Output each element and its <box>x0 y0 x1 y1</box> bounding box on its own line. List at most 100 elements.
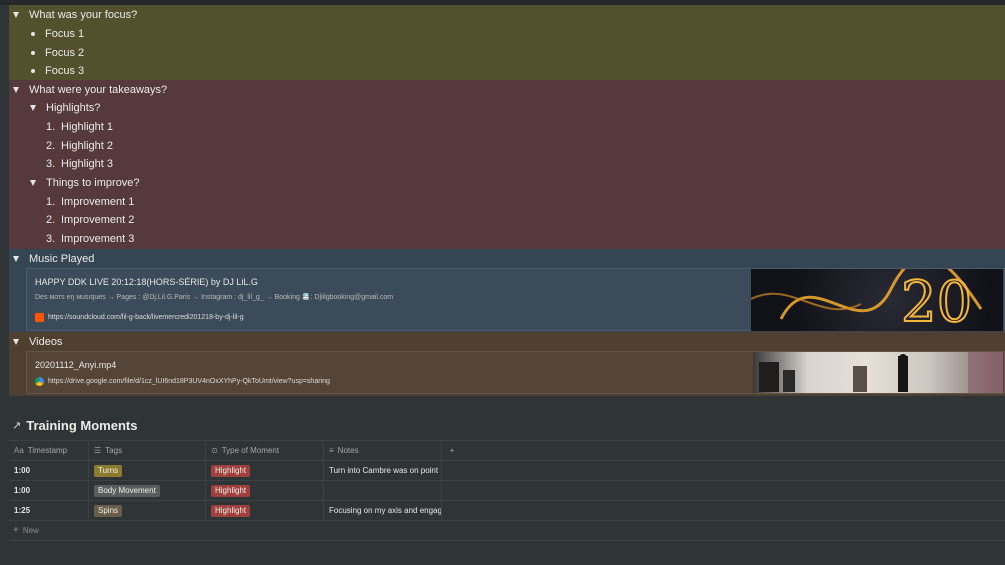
takeaways-toggle-block: What were your takeaways? Highlights? 1.… <box>9 80 1005 249</box>
plus-icon: + <box>13 525 19 536</box>
list-item: Focus 2 <box>31 47 84 59</box>
list-item-text: Focus 3 <box>45 65 85 77</box>
bookmark-link[interactable]: https://drive.google.com/file/d/1cz_lUI6… <box>35 377 330 386</box>
cell-type[interactable]: Highlight <box>206 481 324 500</box>
list-item-text: Improvement 2 <box>61 214 135 226</box>
neon-thumbnail-image: 20 <box>751 269 983 331</box>
cell-notes[interactable]: Turn into Cambre was on point <box>324 461 442 480</box>
list-number: 2. <box>46 214 56 226</box>
cell-type[interactable]: Highlight <box>206 501 324 520</box>
table-row[interactable]: 1:00 Body Movement Highlight <box>9 481 1005 501</box>
bookmark-url[interactable]: https://soundcloud.com/lil-g-back/liveme… <box>48 314 244 321</box>
bookmark-description: Des мотs eη мusıques → Pages : @Dj.Lil.G… <box>35 294 394 301</box>
new-row-label: New <box>22 526 39 535</box>
cell-timestamp[interactable]: 1:00 <box>9 461 89 480</box>
tag-badge: Spins <box>94 504 123 517</box>
table-row[interactable]: 1:00 Turns Highlight Turn into Cambre wa… <box>9 461 1005 481</box>
toggle-triangle-icon[interactable] <box>13 339 19 345</box>
list-item: 2. Highlight 2 <box>46 140 113 152</box>
col-header-type[interactable]: ⊙ Type of Moment <box>206 441 324 460</box>
new-row-button[interactable]: + New <box>9 521 1005 541</box>
toggle-triangle-icon[interactable] <box>13 256 19 262</box>
improve-toggle[interactable]: Things to improve? <box>30 177 140 189</box>
google-drive-icon <box>35 377 44 386</box>
select-property-icon: ⊙ <box>211 446 218 455</box>
col-header-timestamp[interactable]: Aa Timestamp <box>9 441 89 460</box>
toggle-triangle-icon[interactable] <box>13 12 19 18</box>
soundcloud-bookmark[interactable]: HAPPY DDK LIVE 20:12:18(HORS-SÉRIE) by D… <box>26 268 1005 331</box>
table-row[interactable]: 1:25 Spins Highlight Focusing on my axis… <box>9 501 1005 521</box>
bookmark-link[interactable]: https://soundcloud.com/lil-g-back/liveme… <box>35 313 244 322</box>
list-item-text: Focus 2 <box>45 47 85 59</box>
cell-notes[interactable]: Focusing on my axis and engaging <box>324 501 442 520</box>
text-lines-icon: ≡ <box>329 446 334 455</box>
soundcloud-icon <box>35 313 44 322</box>
focus-heading: What was your focus? <box>29 9 138 21</box>
list-number: 1. <box>46 196 56 208</box>
toggle-triangle-icon[interactable] <box>30 105 36 111</box>
arrow-up-right-icon: ↗ <box>12 420 22 432</box>
highlights-toggle[interactable]: Highlights? <box>30 102 100 114</box>
cell-timestamp[interactable]: 1:00 <box>9 481 89 500</box>
bookmark-title: HAPPY DDK LIVE 20:12:18(HORS-SÉRIE) by D… <box>35 277 258 287</box>
bullet-icon <box>31 32 35 36</box>
moment-badge: Highlight <box>211 464 251 477</box>
bookmark-url[interactable]: https://drive.google.com/file/d/1cz_lUI6… <box>48 378 330 385</box>
music-heading: Music Played <box>29 253 95 265</box>
focus-toggle[interactable]: What was your focus? <box>13 9 137 21</box>
improve-heading: Things to improve? <box>46 177 140 189</box>
list-item: 2. Improvement 2 <box>46 214 134 226</box>
list-item: 3. Highlight 3 <box>46 158 113 170</box>
table-header: Aa Timestamp ☰ Tags ⊙ Type of Moment ≡ Notes… <box>9 440 1005 461</box>
list-item-text: Highlight 2 <box>61 140 113 152</box>
list-number: 2. <box>46 140 56 152</box>
cell-type[interactable]: Highlight <box>206 461 324 480</box>
cell-tags[interactable]: Turns <box>89 461 206 480</box>
videos-heading: Videos <box>29 336 63 348</box>
videos-toggle-block: Videos 20201112_Anyi.mp4 https://drive.g… <box>9 332 1005 396</box>
training-moments-link[interactable]: ↗ Training Moments <box>12 418 137 433</box>
list-number: 3. <box>46 158 56 170</box>
list-item: 1. Highlight 1 <box>46 121 113 133</box>
toggle-triangle-icon[interactable] <box>13 87 19 93</box>
col-header-notes[interactable]: ≡ Notes <box>324 441 442 460</box>
highlights-heading: Highlights? <box>46 102 101 114</box>
text-property-icon: Aa <box>14 446 24 455</box>
list-item-text: Highlight 3 <box>61 158 113 170</box>
list-item: 1. Improvement 1 <box>46 196 134 208</box>
list-item: Focus 3 <box>31 65 84 77</box>
plus-icon: + <box>449 446 455 455</box>
music-toggle-block: Music Played HAPPY DDK LIVE 20:12:18(HOR… <box>9 249 1005 332</box>
list-number: 3. <box>46 233 56 245</box>
bullet-icon <box>31 69 35 73</box>
tag-badge: Turns <box>94 464 123 477</box>
list-item: 3. Improvement 3 <box>46 233 134 245</box>
music-toggle[interactable]: Music Played <box>13 253 94 265</box>
studio-thumbnail-image <box>759 352 1003 393</box>
cell-tags[interactable]: Body Movement <box>89 481 206 500</box>
add-column-button[interactable]: + <box>442 441 462 460</box>
toggle-triangle-icon[interactable] <box>30 180 36 186</box>
videos-toggle[interactable]: Videos <box>13 336 62 348</box>
training-moments-table: Aa Timestamp ☰ Tags ⊙ Type of Moment ≡ Notes… <box>9 440 1005 541</box>
col-header-tags[interactable]: ☰ Tags <box>89 441 206 460</box>
list-item-text: Focus 1 <box>45 28 85 40</box>
cell-timestamp[interactable]: 1:25 <box>9 501 89 520</box>
bullet-icon <box>31 51 35 55</box>
focus-toggle-block: What was your focus? Focus 1 Focus 2 Foc… <box>9 5 1005 80</box>
bookmark-thumbnail: 20 <box>751 269 1003 331</box>
moment-badge: Highlight <box>211 504 251 517</box>
cell-tags[interactable]: Spins <box>89 501 206 520</box>
thumbnail-text: 20 <box>901 270 972 331</box>
takeaways-heading: What were your takeaways? <box>29 84 168 96</box>
tag-badge: Body Movement <box>94 484 160 497</box>
bookmark-title: 20201112_Anyi.mp4 <box>35 360 117 370</box>
training-moments-title: Training Moments <box>26 418 138 433</box>
list-item-text: Improvement 3 <box>61 233 135 245</box>
cell-notes[interactable] <box>324 481 442 500</box>
bookmark-thumbnail <box>753 352 1003 393</box>
moment-badge: Highlight <box>211 484 251 497</box>
video-bookmark[interactable]: 20201112_Anyi.mp4 https://drive.google.c… <box>26 351 1005 394</box>
list-property-icon: ☰ <box>94 446 102 455</box>
takeaways-toggle[interactable]: What were your takeaways? <box>13 84 167 96</box>
